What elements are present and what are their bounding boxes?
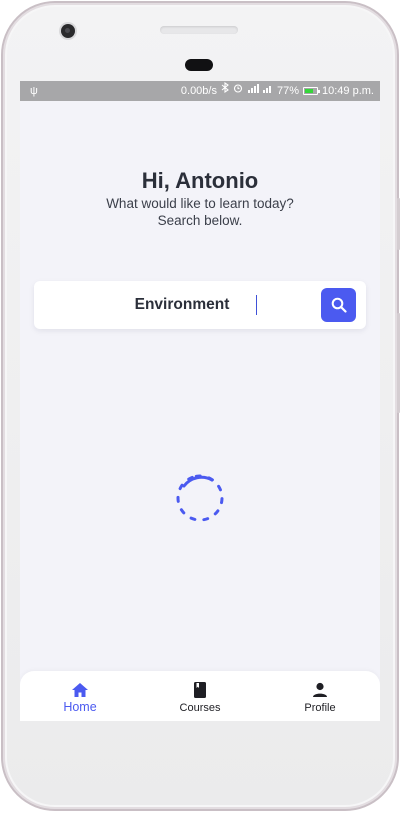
signal-icon-secondary (262, 81, 273, 101)
search-icon (331, 297, 347, 313)
earpiece-speaker (160, 26, 238, 34)
nav-label-courses: Courses (179, 702, 221, 714)
signal-icon (247, 81, 259, 101)
app-screen: ψ 0.00b/s 77% 10:49 p.m. Hi, Antonio Wha… (20, 81, 380, 721)
status-bar: ψ 0.00b/s 77% 10:49 p.m. (20, 81, 380, 101)
book-icon (194, 682, 206, 698)
nav-item-home[interactable]: Home (20, 671, 140, 721)
battery-percent: 77% (276, 85, 300, 97)
bluetooth-icon (221, 81, 229, 101)
search-bar (34, 281, 366, 329)
search-button[interactable] (321, 288, 356, 322)
clock: 10:49 p.m. (322, 85, 374, 97)
person-icon (313, 682, 327, 697)
home-icon (72, 683, 88, 697)
status-bar-right: 0.00b/s 77% 10:49 p.m. (181, 81, 374, 101)
battery-icon (303, 87, 321, 95)
loading-spinner-icon (176, 474, 224, 522)
volume-button (397, 198, 400, 250)
nav-label-profile: Profile (304, 702, 336, 714)
power-button (397, 313, 400, 413)
text-caret (256, 295, 257, 315)
usb-icon: ψ (30, 85, 38, 97)
network-speed: 0.00b/s (180, 85, 217, 97)
bottom-navigation: Home Courses Profile (20, 671, 380, 721)
proximity-sensor (185, 59, 213, 71)
front-camera (61, 24, 75, 38)
search-input[interactable] (44, 281, 320, 329)
battery-fill (305, 89, 314, 93)
nav-item-profile[interactable]: Profile (260, 671, 380, 721)
greeting-subtitle: What would like to learn today? Search b… (106, 196, 294, 228)
nav-item-courses[interactable]: Courses (140, 671, 260, 721)
alarm-icon (233, 81, 243, 101)
nav-label-home: Home (63, 700, 97, 714)
greeting-title: Hi, Antonio (141, 168, 259, 193)
